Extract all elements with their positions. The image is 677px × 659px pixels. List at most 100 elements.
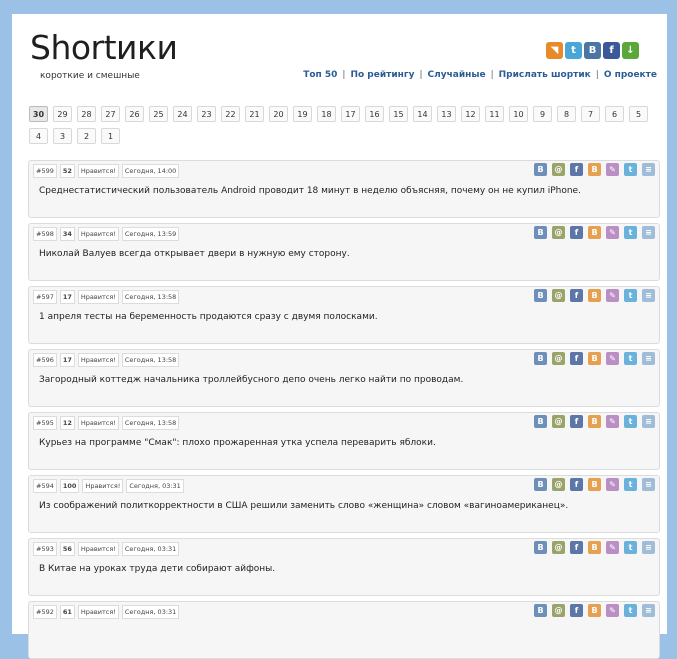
blogger-share-icon[interactable]: B	[588, 415, 601, 428]
vk-share-icon[interactable]: B	[534, 289, 547, 302]
embed-share-icon[interactable]: ≡	[642, 478, 655, 491]
pencil-share-icon[interactable]: ✎	[606, 226, 619, 239]
page-link[interactable]: 28	[77, 106, 96, 122]
pencil-share-icon[interactable]: ✎	[606, 478, 619, 491]
page-link[interactable]: 24	[173, 106, 192, 122]
embed-share-icon[interactable]: ≡	[642, 352, 655, 365]
vk-share-icon[interactable]: B	[534, 352, 547, 365]
nav-link[interactable]: О проекте	[604, 70, 657, 80]
pencil-share-icon[interactable]: ✎	[606, 604, 619, 617]
facebook-share-icon[interactable]: f	[570, 352, 583, 365]
nav-link[interactable]: Прислать шортик	[499, 70, 591, 80]
rss-icon[interactable]: ◥	[546, 42, 563, 59]
page-link[interactable]: 17	[341, 106, 360, 122]
facebook-share-icon[interactable]: f	[570, 478, 583, 491]
mail-share-icon[interactable]: @	[552, 226, 565, 239]
page-link[interactable]: 23	[197, 106, 216, 122]
mail-share-icon[interactable]: @	[552, 163, 565, 176]
like-button[interactable]: Нравится!	[77, 605, 119, 619]
pencil-share-icon[interactable]: ✎	[606, 415, 619, 428]
like-button[interactable]: Нравится!	[77, 353, 119, 367]
mail-share-icon[interactable]: @	[552, 289, 565, 302]
page-link[interactable]: 15	[389, 106, 408, 122]
mail-share-icon[interactable]: @	[552, 415, 565, 428]
facebook-share-icon[interactable]: f	[570, 541, 583, 554]
embed-share-icon[interactable]: ≡	[642, 226, 655, 239]
page-link[interactable]: 16	[365, 106, 384, 122]
nav-link[interactable]: Топ 50	[303, 70, 337, 80]
embed-share-icon[interactable]: ≡	[642, 415, 655, 428]
mail-share-icon[interactable]: @	[552, 352, 565, 365]
page-link[interactable]: 12	[461, 106, 480, 122]
page-link[interactable]: 9	[533, 106, 552, 122]
page-link[interactable]: 18	[317, 106, 336, 122]
like-button[interactable]: Нравится!	[77, 164, 119, 178]
site-logo[interactable]: Shortики	[30, 28, 178, 67]
embed-share-icon[interactable]: ≡	[642, 604, 655, 617]
page-link[interactable]: 26	[125, 106, 144, 122]
blogger-share-icon[interactable]: B	[588, 226, 601, 239]
twitter-share-icon[interactable]: t	[624, 352, 637, 365]
embed-share-icon[interactable]: ≡	[642, 163, 655, 176]
page-link[interactable]: 21	[245, 106, 264, 122]
pencil-share-icon[interactable]: ✎	[606, 163, 619, 176]
page-link[interactable]: 7	[581, 106, 600, 122]
page-link[interactable]: 14	[413, 106, 432, 122]
vk-share-icon[interactable]: B	[534, 415, 547, 428]
facebook-icon[interactable]: f	[603, 42, 620, 59]
twitter-share-icon[interactable]: t	[624, 604, 637, 617]
vk-share-icon[interactable]: B	[534, 478, 547, 491]
page-link[interactable]: 27	[101, 106, 120, 122]
page-link[interactable]: 6	[605, 106, 624, 122]
facebook-share-icon[interactable]: f	[570, 163, 583, 176]
page-link[interactable]: 13	[437, 106, 456, 122]
page-link[interactable]: 20	[269, 106, 288, 122]
page-link[interactable]: 1	[101, 128, 120, 144]
download-icon[interactable]: ↓	[622, 42, 639, 59]
pencil-share-icon[interactable]: ✎	[606, 541, 619, 554]
page-link[interactable]: 4	[29, 128, 48, 144]
page-link[interactable]: 5	[629, 106, 648, 122]
like-button[interactable]: Нравится!	[77, 416, 119, 430]
blogger-share-icon[interactable]: B	[588, 352, 601, 365]
mail-share-icon[interactable]: @	[552, 478, 565, 491]
page-link[interactable]: 25	[149, 106, 168, 122]
facebook-share-icon[interactable]: f	[570, 226, 583, 239]
like-button[interactable]: Нравится!	[82, 479, 124, 493]
blogger-share-icon[interactable]: B	[588, 604, 601, 617]
page-link[interactable]: 8	[557, 106, 576, 122]
page-link[interactable]: 10	[509, 106, 528, 122]
page-link[interactable]: 2	[77, 128, 96, 144]
embed-share-icon[interactable]: ≡	[642, 289, 655, 302]
page-link[interactable]: 3	[53, 128, 72, 144]
twitter-share-icon[interactable]: t	[624, 226, 637, 239]
like-button[interactable]: Нравится!	[77, 542, 119, 556]
twitter-share-icon[interactable]: t	[624, 541, 637, 554]
page-link[interactable]: 11	[485, 106, 504, 122]
blogger-share-icon[interactable]: B	[588, 289, 601, 302]
blogger-share-icon[interactable]: B	[588, 478, 601, 491]
embed-share-icon[interactable]: ≡	[642, 541, 655, 554]
like-button[interactable]: Нравится!	[77, 227, 119, 241]
vk-share-icon[interactable]: B	[534, 226, 547, 239]
blogger-share-icon[interactable]: B	[588, 541, 601, 554]
mail-share-icon[interactable]: @	[552, 604, 565, 617]
twitter-share-icon[interactable]: t	[624, 289, 637, 302]
vk-share-icon[interactable]: B	[534, 541, 547, 554]
pencil-share-icon[interactable]: ✎	[606, 289, 619, 302]
facebook-share-icon[interactable]: f	[570, 604, 583, 617]
facebook-share-icon[interactable]: f	[570, 415, 583, 428]
page-link[interactable]: 30	[29, 106, 48, 122]
facebook-share-icon[interactable]: f	[570, 289, 583, 302]
twitter-share-icon[interactable]: t	[624, 163, 637, 176]
nav-link[interactable]: Случайные	[428, 70, 486, 80]
page-link[interactable]: 22	[221, 106, 240, 122]
twitter-icon[interactable]: t	[565, 42, 582, 59]
twitter-share-icon[interactable]: t	[624, 415, 637, 428]
nav-link[interactable]: По рейтингу	[350, 70, 414, 80]
vk-share-icon[interactable]: B	[534, 604, 547, 617]
page-link[interactable]: 29	[53, 106, 72, 122]
blogger-share-icon[interactable]: B	[588, 163, 601, 176]
vk-icon[interactable]: B	[584, 42, 601, 59]
like-button[interactable]: Нравится!	[77, 290, 119, 304]
